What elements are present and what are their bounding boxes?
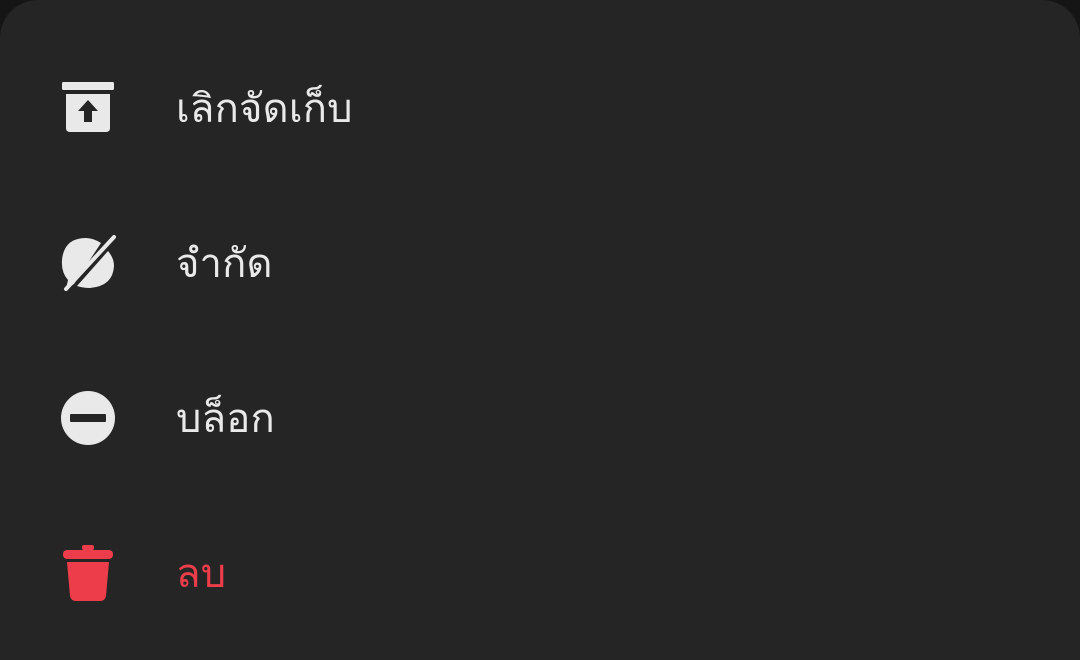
block-label: บล็อก xyxy=(176,395,275,442)
action-menu: เลิกจัดเก็บ จำกัด บล็อก ลบ xyxy=(0,30,1080,650)
restrict-icon xyxy=(58,233,118,293)
delete-label: ลบ xyxy=(176,550,227,597)
trash-icon xyxy=(58,543,118,603)
block-menu-item[interactable]: บล็อก xyxy=(0,340,1080,495)
unarchive-icon xyxy=(58,78,118,138)
bottom-sheet: เลิกจัดเก็บ จำกัด บล็อก ลบ xyxy=(0,0,1080,660)
restrict-label: จำกัด xyxy=(176,240,273,287)
restrict-menu-item[interactable]: จำกัด xyxy=(0,185,1080,340)
block-icon xyxy=(58,388,118,448)
unarchive-menu-item[interactable]: เลิกจัดเก็บ xyxy=(0,30,1080,185)
delete-menu-item[interactable]: ลบ xyxy=(0,495,1080,650)
unarchive-label: เลิกจัดเก็บ xyxy=(176,85,353,132)
